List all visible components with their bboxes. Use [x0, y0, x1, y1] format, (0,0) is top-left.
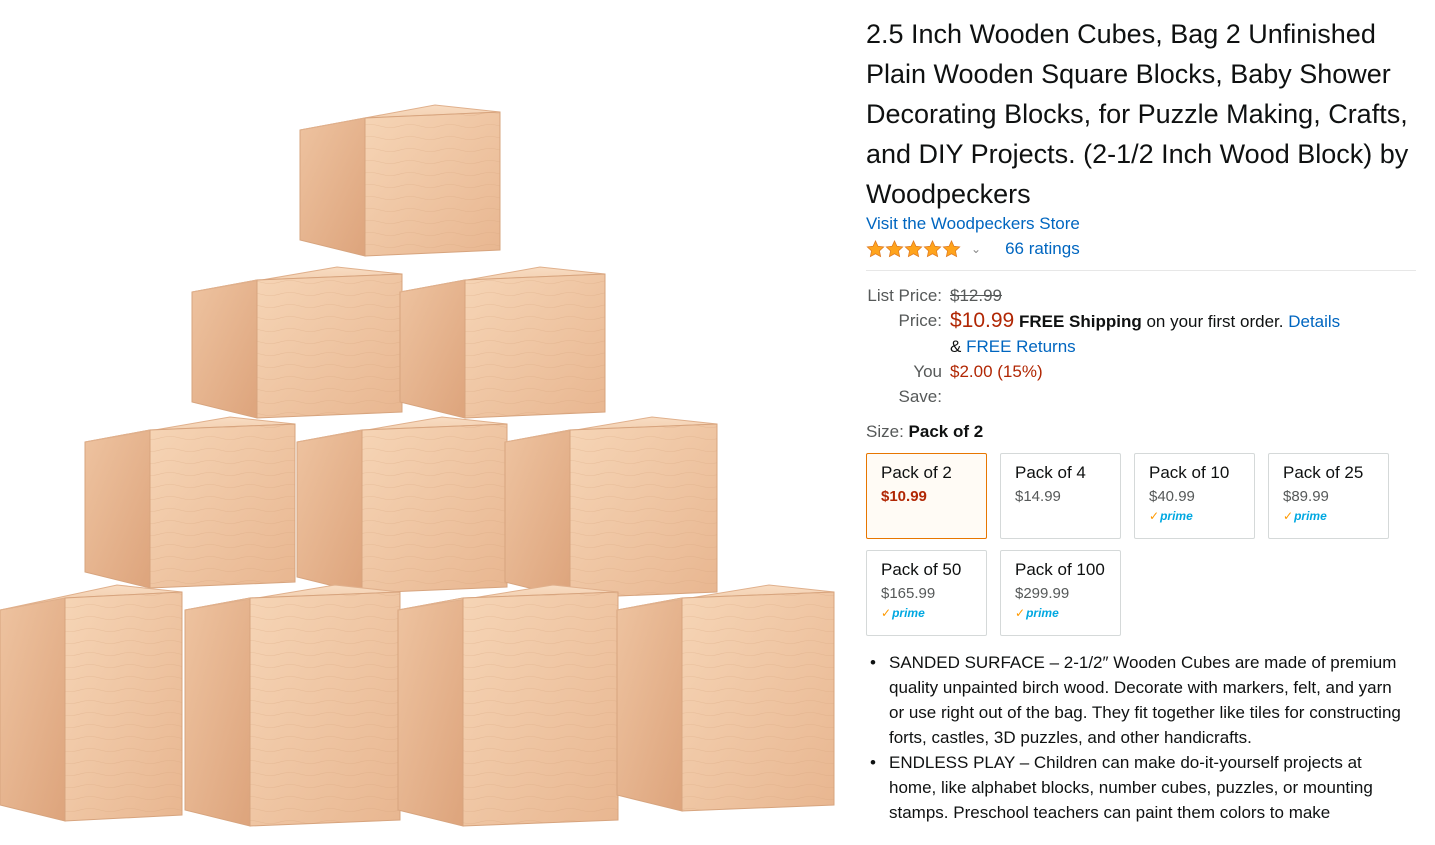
size-option-name: Pack of 2: [881, 463, 952, 482]
price-block: List Price: $12.99 Price: $10.99 FREE Sh…: [866, 283, 1418, 409]
size-option[interactable]: Pack of 4 $14.99: [1000, 453, 1121, 539]
size-label-text: Size:: [866, 422, 904, 441]
product-image[interactable]: [0, 0, 850, 845]
selected-size: Pack of 2: [908, 422, 984, 441]
wooden-cube: [399, 266, 606, 419]
size-option-price: $10.99: [881, 488, 927, 505]
wooden-cube: [504, 416, 718, 599]
shipping-note: on your first order.: [1141, 312, 1284, 331]
size-option-name: Pack of 10: [1149, 463, 1230, 482]
wooden-cube: [616, 584, 835, 812]
star-icon: [923, 240, 942, 258]
prime-badge: ✓ prime: [1149, 509, 1254, 523]
wooden-cube: [0, 584, 183, 822]
wooden-cube: [191, 266, 403, 419]
size-swatches: Pack of 2 $10.99 Pack of 4 $14.99 Pack o…: [866, 453, 1418, 636]
prime-badge: ✓ prime: [1283, 509, 1388, 523]
star-icon: [904, 240, 923, 258]
size-option-price: $165.99: [881, 585, 936, 602]
feature-bullet: SANDED SURFACE – 2-1/2″ Wooden Cubes are…: [866, 650, 1411, 750]
price-label: Price:: [898, 311, 942, 330]
feature-bullets: SANDED SURFACE – 2-1/2″ Wooden Cubes are…: [866, 650, 1411, 825]
wooden-cube: [299, 104, 501, 257]
check-icon: ✓: [881, 606, 892, 620]
check-icon: ✓: [1149, 509, 1160, 523]
returns-prefix: &: [950, 337, 967, 356]
wooden-cube: [84, 416, 296, 589]
ratings-count-link[interactable]: 66 ratings: [1005, 239, 1080, 259]
size-option-price: $89.99: [1283, 488, 1329, 505]
wooden-cube: [184, 584, 401, 827]
divider: [866, 270, 1416, 271]
prime-text: prime: [1294, 509, 1327, 523]
chevron-down-icon[interactable]: ⌄: [971, 242, 981, 256]
wooden-cube: [397, 584, 619, 827]
check-icon: ✓: [1283, 509, 1294, 523]
prime-text: prime: [1026, 606, 1059, 620]
size-option-name: Pack of 4: [1015, 463, 1086, 482]
size-option-price: $14.99: [1015, 488, 1061, 505]
check-icon: ✓: [1015, 606, 1026, 620]
size-option[interactable]: Pack of 25 $89.99 ✓ prime: [1268, 453, 1389, 539]
star-icon: [866, 240, 885, 258]
star-rating[interactable]: [866, 240, 961, 258]
size-option[interactable]: Pack of 2 $10.99: [866, 453, 987, 539]
store-link[interactable]: Visit the Woodpeckers Store: [866, 212, 1418, 236]
size-option-price: $299.99: [1015, 585, 1070, 602]
size-option-name: Pack of 25: [1283, 463, 1364, 482]
list-price-label: List Price:: [867, 286, 942, 305]
size-option-price: $40.99: [1149, 488, 1195, 505]
size-option-name: Pack of 100: [1015, 560, 1105, 579]
free-returns-link[interactable]: FREE Returns: [966, 337, 1076, 356]
rating-row: ⌄ 66 ratings: [866, 236, 1418, 262]
prime-text: prime: [892, 606, 925, 620]
size-option[interactable]: Pack of 100 $299.99 ✓ prime: [1000, 550, 1121, 636]
free-shipping: FREE Shipping: [1018, 312, 1142, 331]
wooden-cube: [296, 416, 508, 594]
size-option[interactable]: Pack of 50 $165.99 ✓ prime: [866, 550, 987, 636]
star-icon: [885, 240, 904, 258]
star-icon: [942, 240, 961, 258]
feature-bullet: ENDLESS PLAY – Children can make do-it-y…: [866, 750, 1411, 825]
list-price: $12.99: [950, 286, 1002, 305]
you-save-label: You Save:: [898, 362, 942, 406]
you-save-amount: $2.00 (15%): [950, 362, 1043, 381]
details-link[interactable]: Details: [1288, 312, 1340, 331]
size-label: Size: Pack of 2: [866, 422, 1418, 442]
size-option-name: Pack of 50: [881, 560, 962, 579]
current-price: $10.99: [950, 309, 1015, 332]
prime-text: prime: [1160, 509, 1193, 523]
product-title: 2.5 Inch Wooden Cubes, Bag 2 Unfinished …: [866, 19, 1409, 209]
prime-badge: ✓ prime: [1015, 606, 1120, 620]
size-option[interactable]: Pack of 10 $40.99 ✓ prime: [1134, 453, 1255, 539]
prime-badge: ✓ prime: [881, 606, 986, 620]
